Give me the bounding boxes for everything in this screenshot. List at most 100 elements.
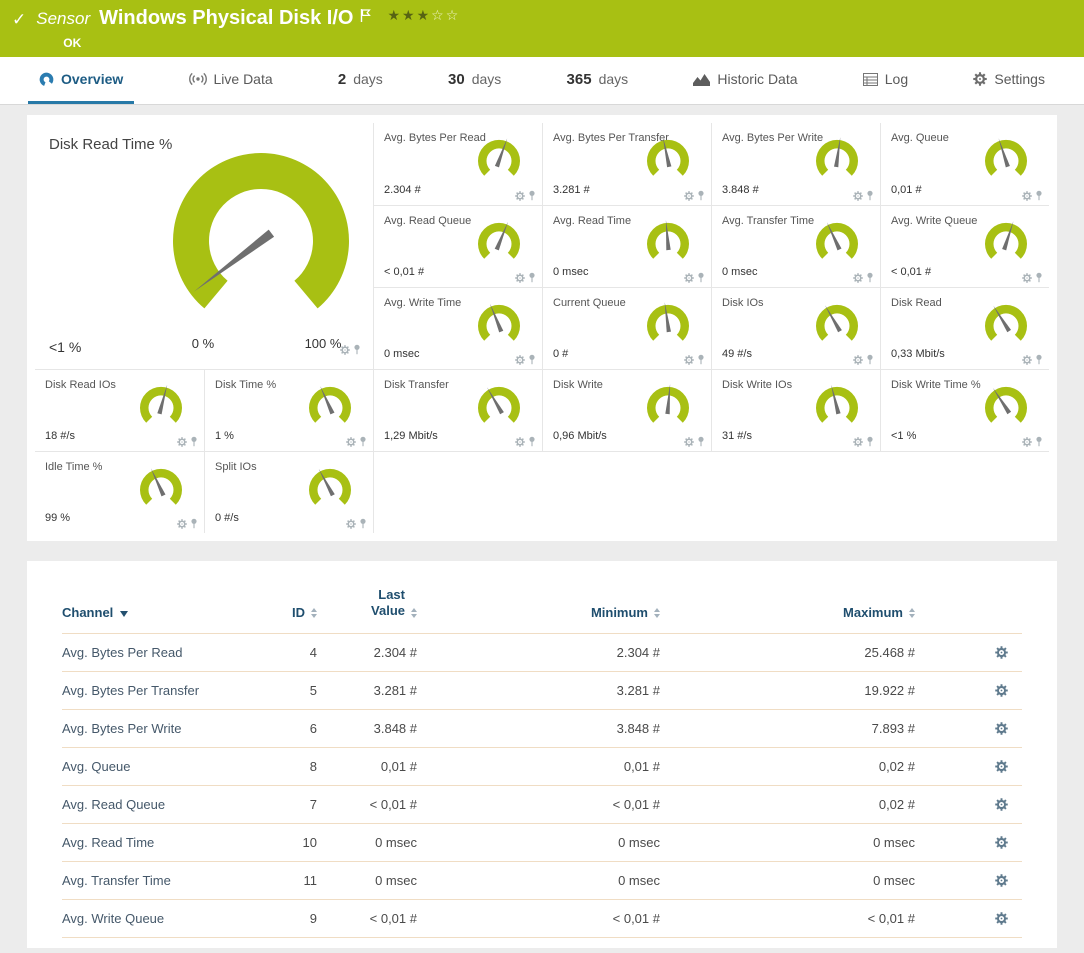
tab-365-days[interactable]: 365days <box>556 57 640 104</box>
pin-icon[interactable] <box>190 436 198 447</box>
gauge-tile-avg-write-queue[interactable]: Avg. Write Queue< 0,01 # <box>880 205 1049 287</box>
large-gauge-disk-read-time[interactable]: Disk Read Time %0 %100 %<1 % <box>35 123 373 369</box>
tab-settings[interactable]: Settings <box>962 57 1056 104</box>
column-header-minimum[interactable]: Minimum <box>417 605 660 620</box>
gear-icon[interactable] <box>515 355 525 365</box>
gauge-tile-avg-bytes-per-write[interactable]: Avg. Bytes Per Write3.848 # <box>711 123 880 205</box>
gauge-tile-avg-read-queue[interactable]: Avg. Read Queue< 0,01 # <box>373 205 542 287</box>
value-cell: 3.848 # <box>317 721 417 736</box>
gear-icon[interactable] <box>995 646 1008 659</box>
gear-icon[interactable] <box>995 684 1008 697</box>
gear-icon[interactable] <box>995 760 1008 773</box>
star-filled-icon[interactable]: ★ <box>387 8 402 24</box>
gear-icon[interactable] <box>995 836 1008 849</box>
gear-icon[interactable] <box>515 437 525 447</box>
gear-icon[interactable] <box>853 191 863 201</box>
gear-icon[interactable] <box>995 798 1008 811</box>
gauge-tile-disk-read-ios[interactable]: Disk Read IOs18 #/s <box>35 369 204 451</box>
gauge-tile-avg-bytes-per-transfer[interactable]: Avg. Bytes Per Transfer3.281 # <box>542 123 711 205</box>
gauge-tile-avg-bytes-per-read[interactable]: Avg. Bytes Per Read2.304 # <box>373 123 542 205</box>
gauge-arc <box>979 383 1033 433</box>
pin-icon[interactable] <box>866 354 874 365</box>
star-empty-icon[interactable]: ☆ <box>431 8 446 24</box>
gauge-tile-disk-ios[interactable]: Disk IOs49 #/s <box>711 287 880 369</box>
pin-icon[interactable] <box>359 518 367 529</box>
gear-icon[interactable] <box>995 874 1008 887</box>
gear-icon[interactable] <box>853 273 863 283</box>
value-cell: 0 msec <box>660 835 915 850</box>
pin-icon[interactable] <box>697 190 705 201</box>
pin-icon[interactable] <box>697 354 705 365</box>
pin-icon[interactable] <box>528 190 536 201</box>
pin-icon[interactable] <box>697 436 705 447</box>
gear-icon[interactable] <box>340 345 350 355</box>
tab-log[interactable]: Log <box>852 57 919 104</box>
gauge-value: 0 #/s <box>215 512 239 524</box>
gear-icon[interactable] <box>684 273 694 283</box>
pin-icon[interactable] <box>866 190 874 201</box>
column-header-maximum[interactable]: Maximum <box>660 605 915 620</box>
gear-icon[interactable] <box>684 437 694 447</box>
gear-icon[interactable] <box>346 519 356 529</box>
pin-icon[interactable] <box>1035 190 1043 201</box>
pin-icon[interactable] <box>528 354 536 365</box>
gear-icon[interactable] <box>346 437 356 447</box>
gear-icon[interactable] <box>177 519 187 529</box>
star-empty-icon[interactable]: ☆ <box>446 8 461 24</box>
pin-icon[interactable] <box>866 272 874 283</box>
gear-icon[interactable] <box>515 273 525 283</box>
column-header-last-value[interactable]: Last Value <box>317 587 417 620</box>
gauge-tile-disk-time[interactable]: Disk Time %1 % <box>204 369 373 451</box>
pin-icon[interactable] <box>359 436 367 447</box>
gauge-tile-disk-write-time[interactable]: Disk Write Time %<1 % <box>880 369 1049 451</box>
pin-icon[interactable] <box>1035 354 1043 365</box>
gear-icon[interactable] <box>684 191 694 201</box>
gear-icon[interactable] <box>177 437 187 447</box>
gauge-tile-idle-time[interactable]: Idle Time %99 % <box>35 451 204 533</box>
sort-caret-icon[interactable] <box>120 611 128 617</box>
pin-icon[interactable] <box>697 272 705 283</box>
rating-stars[interactable]: ★★★☆☆ <box>387 8 460 24</box>
star-filled-icon[interactable]: ★ <box>417 8 432 24</box>
row-actions-cell <box>915 798 1022 811</box>
pin-icon[interactable] <box>190 518 198 529</box>
gear-icon[interactable] <box>853 437 863 447</box>
tab-overview[interactable]: Overview <box>28 57 134 104</box>
tab-historic-data[interactable]: Historic Data <box>682 57 808 104</box>
gear-icon[interactable] <box>1022 355 1032 365</box>
gear-icon[interactable] <box>853 355 863 365</box>
star-filled-icon[interactable]: ★ <box>402 8 417 24</box>
gauge-tile-disk-write-ios[interactable]: Disk Write IOs31 #/s <box>711 369 880 451</box>
gauge-tile-disk-write[interactable]: Disk Write0,96 Mbit/s <box>542 369 711 451</box>
gear-icon[interactable] <box>1022 437 1032 447</box>
gauge-arc <box>641 383 695 433</box>
gauge-tile-avg-queue[interactable]: Avg. Queue0,01 # <box>880 123 1049 205</box>
gauge-tile-split-ios[interactable]: Split IOs0 #/s <box>204 451 373 533</box>
column-header-id[interactable]: ID <box>252 605 317 620</box>
gear-icon[interactable] <box>1022 273 1032 283</box>
gear-icon[interactable] <box>515 191 525 201</box>
pin-icon[interactable] <box>528 272 536 283</box>
gauge-tile-disk-transfer[interactable]: Disk Transfer1,29 Mbit/s <box>373 369 542 451</box>
tab-2-days[interactable]: 2days <box>327 57 394 104</box>
gear-icon[interactable] <box>1022 191 1032 201</box>
flag-icon[interactable] <box>360 8 371 28</box>
sort-icon[interactable] <box>909 608 915 618</box>
gear-icon[interactable] <box>684 355 694 365</box>
pin-icon[interactable] <box>353 344 361 355</box>
tab-30-days[interactable]: 30days <box>437 57 512 104</box>
value-cell: 0,01 # <box>417 759 660 774</box>
pin-icon[interactable] <box>1035 436 1043 447</box>
gauge-tile-current-queue[interactable]: Current Queue0 # <box>542 287 711 369</box>
column-header-channel[interactable]: Channel <box>62 605 252 620</box>
gauge-tile-avg-read-time[interactable]: Avg. Read Time0 msec <box>542 205 711 287</box>
pin-icon[interactable] <box>1035 272 1043 283</box>
gauge-tile-avg-write-time[interactable]: Avg. Write Time0 msec <box>373 287 542 369</box>
tab-live-data[interactable]: Live Data <box>178 57 284 104</box>
pin-icon[interactable] <box>866 436 874 447</box>
gear-icon[interactable] <box>995 722 1008 735</box>
gear-icon[interactable] <box>995 912 1008 925</box>
pin-icon[interactable] <box>528 436 536 447</box>
gauge-tile-avg-transfer-time[interactable]: Avg. Transfer Time0 msec <box>711 205 880 287</box>
gauge-tile-disk-read[interactable]: Disk Read0,33 Mbit/s <box>880 287 1049 369</box>
